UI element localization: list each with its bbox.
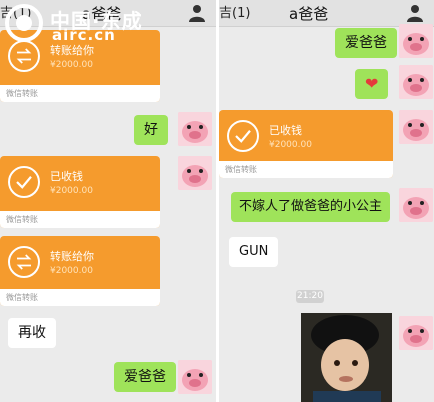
pig-avatar-image [399,316,433,350]
transfer-card[interactable]: 转账给你 ¥2000.00 微信转账 [0,236,160,306]
pig-avatar[interactable] [399,188,433,222]
transfer-footer-label: 微信转账 [6,89,38,98]
pig-avatar-image [399,65,433,99]
right-title-bar: 吉(1) a爸爸 [219,0,434,27]
child-photo-image [301,313,392,402]
message-bubble[interactable]: 爱爸爸 [114,362,176,392]
transfer-title: 转账给你 [50,44,94,57]
pig-avatar[interactable] [178,156,212,190]
pig-avatar[interactable] [178,112,212,146]
message-bubble[interactable]: GUN [229,237,279,267]
transfer-title: 已收钱 [269,124,302,137]
pig-avatar[interactable] [399,65,433,99]
transfer-footer: 微信转账 [219,161,393,178]
transfer-title: 已收钱 [50,170,83,183]
transfer-amount: ¥2000.00 [50,266,93,276]
pig-avatar-image [399,188,433,222]
transfer-footer-label: 微信转账 [225,165,257,174]
message-bubble[interactable]: 再收 [8,318,56,348]
transfer-footer: 微信转账 [0,289,160,306]
transfer-footer-label: 微信转账 [6,215,38,224]
pig-avatar-image [399,110,433,144]
transfer-footer: 微信转账 [0,85,160,102]
transfer-arrows-icon [8,40,40,72]
pig-avatar-image [399,24,433,58]
watermark-text-en: airc.cn [52,26,116,44]
heart-message-bubble[interactable]: ❤ [355,69,389,99]
chat-comparison: 吉(1) a爸爸 转账给你 ¥2000.00 微信转账 好 已收钱 ¥2000.… [0,0,434,402]
pig-avatar[interactable] [399,24,433,58]
time-divider: 21:20 [296,290,324,303]
photo-message[interactable] [301,313,392,402]
left-chat-pane: 吉(1) a爸爸 转账给你 ¥2000.00 微信转账 好 已收钱 ¥2000.… [0,0,216,402]
message-bubble[interactable]: 好 [134,115,168,145]
site-watermark: 中国·东成 airc.cn [4,2,154,44]
pig-avatar-image [178,360,212,394]
pig-avatar[interactable] [399,316,433,350]
watermark-logo [5,4,43,42]
contact-info-icon[interactable] [188,4,206,22]
transfer-card[interactable]: 已收钱 ¥2000.00 微信转账 [0,156,160,228]
transfer-title: 转账给你 [50,250,94,263]
transfer-card[interactable]: 已收钱 ¥2000.00 微信转账 [219,110,393,178]
pig-avatar-image [178,112,212,146]
pig-avatar-image [178,156,212,190]
checkmark-icon [227,120,259,152]
checkmark-icon [8,166,40,198]
message-bubble[interactable]: 不嫁人了做爸爸的小公主 [231,192,391,222]
transfer-footer: 微信转账 [0,211,160,228]
transfer-footer-label: 微信转账 [6,293,38,302]
pig-avatar[interactable] [399,110,433,144]
contact-info-icon[interactable] [406,4,424,22]
message-bubble[interactable]: 爱爸爸 [335,28,397,58]
back-button[interactable]: 吉(1) [219,2,250,21]
pig-avatar[interactable] [178,360,212,394]
transfer-amount: ¥2000.00 [50,60,93,70]
transfer-amount: ¥2000.00 [50,186,93,196]
transfer-amount: ¥2000.00 [269,140,312,150]
chat-title: a爸爸 [289,5,329,23]
transfer-arrows-icon [8,246,40,278]
